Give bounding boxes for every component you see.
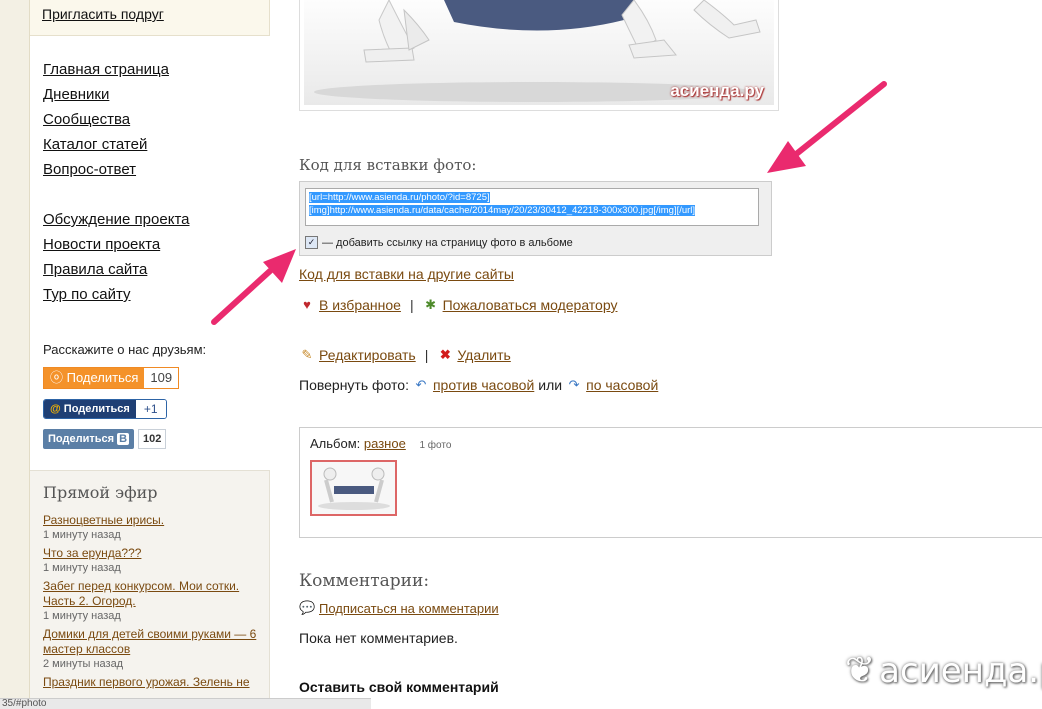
live-item-link[interactable]: Домики для детей своими руками — 6 масте… bbox=[43, 627, 263, 657]
nav-rules[interactable]: Правила сайта bbox=[43, 260, 189, 285]
live-item-link[interactable]: Что за ерунда??? bbox=[43, 546, 263, 561]
photo-image[interactable]: асиенда.ру bbox=[304, 0, 774, 105]
nav-articles[interactable]: Каталог статей bbox=[43, 135, 189, 160]
separator: | bbox=[424, 347, 429, 363]
embed-code-textarea[interactable]: [url=http://www.asienda.ru/photo/?id=872… bbox=[305, 188, 759, 226]
comments-title: Комментарии: bbox=[299, 571, 430, 591]
live-item-link[interactable]: Праздник первого урожая. Зелень не bbox=[43, 675, 263, 690]
live-item-time: 2 минуты назад bbox=[43, 658, 124, 670]
list-item: Домики для детей своими руками — 6 масте… bbox=[43, 627, 263, 671]
album-box: Альбом: разное 1 фото bbox=[299, 427, 1042, 538]
delete-link[interactable]: Удалить bbox=[457, 347, 510, 363]
album-label: Альбом: bbox=[310, 436, 361, 451]
heart-icon: ♥ bbox=[303, 297, 311, 312]
share-ok-label: ⓞ Поделиться bbox=[44, 368, 145, 388]
rotate-row: Повернуть фото: ↶ против часовой или ↷ п… bbox=[299, 377, 658, 393]
nav-discussion[interactable]: Обсуждение проекта bbox=[43, 210, 189, 235]
nav-news[interactable]: Новости проекта bbox=[43, 235, 189, 260]
live-item-time: 1 минуту назад bbox=[43, 529, 121, 541]
share-odnoklassniki-button[interactable]: ⓞ Поделиться 109 bbox=[43, 367, 180, 389]
bug-icon: ✱ bbox=[425, 297, 437, 312]
delete-x-icon: ✖ bbox=[439, 347, 451, 362]
album-name-link[interactable]: разное bbox=[364, 436, 406, 451]
thumbnail-illustration bbox=[318, 467, 390, 510]
sidebar-nav: Главная страница Дневники Сообщества Кат… bbox=[43, 60, 189, 310]
share-mail-count: +1 bbox=[135, 400, 166, 418]
live-feed-list: Разноцветные ирисы. 1 минуту назад Что з… bbox=[43, 513, 263, 690]
site-watermark: ❦ асиенда.ру bbox=[845, 650, 1042, 691]
album-thumbnail[interactable] bbox=[310, 460, 397, 516]
share-mail-button[interactable]: @ Поделиться +1 bbox=[43, 399, 167, 419]
share-mail-label: @ Поделиться bbox=[44, 400, 136, 418]
share-ok-count: 109 bbox=[144, 368, 179, 388]
list-item: Праздник первого урожая. Зелень не bbox=[43, 675, 263, 690]
live-item-link[interactable]: Разноцветные ирисы. bbox=[43, 513, 263, 528]
rotate-or-text: или bbox=[538, 377, 563, 393]
invite-friends-link[interactable]: Пригласить подруг bbox=[42, 6, 164, 22]
share-vk-button[interactable]: Поделиться В 102 bbox=[43, 429, 167, 449]
no-comments-text: Пока нет комментариев. bbox=[299, 630, 458, 646]
add-link-checkbox[interactable]: ✓ bbox=[305, 236, 318, 249]
rotate-cw-link[interactable]: по часовой bbox=[586, 377, 658, 393]
leaf-logo-icon: ❦ bbox=[845, 650, 876, 691]
rotate-label: Повернуть фото: bbox=[299, 377, 409, 393]
photo-actions-row: ♥ В избранное | ✱ Пожаловаться модератор… bbox=[299, 297, 617, 313]
left-background-strip bbox=[0, 0, 30, 708]
subscribe-comments-link[interactable]: Подписаться на комментарии bbox=[319, 601, 499, 616]
add-favorite-link[interactable]: В избранное bbox=[319, 297, 401, 313]
embed-link-option[interactable]: ✓ — добавить ссылку на страницу фото в а… bbox=[305, 236, 573, 249]
mail-at-icon: @ bbox=[50, 403, 64, 415]
live-feed: Прямой эфир Разноцветные ирисы. 1 минуту… bbox=[30, 470, 270, 709]
odnoklassniki-icon: ⓞ bbox=[50, 370, 67, 385]
subscribe-row: 💬 Подписаться на комментарии bbox=[299, 600, 499, 616]
nav-qa[interactable]: Вопрос-ответ bbox=[43, 160, 189, 185]
rotate-ccw-link[interactable]: против часовой bbox=[433, 377, 534, 393]
rotate-ccw-icon: ↶ bbox=[415, 377, 427, 392]
nav-tour[interactable]: Тур по сайту bbox=[43, 285, 189, 310]
photo-frame: асиенда.ру bbox=[299, 0, 779, 111]
share-label: Расскажите о нас друзьям: bbox=[43, 342, 207, 357]
album-header: Альбом: разное 1 фото bbox=[310, 436, 451, 451]
live-item-time: 1 минуту назад bbox=[43, 610, 121, 622]
share-vk-count: 102 bbox=[138, 429, 167, 449]
live-item-time: 1 минуту назад bbox=[43, 562, 121, 574]
separator: | bbox=[409, 297, 414, 313]
embed-code-title: Код для вставки фото: bbox=[299, 156, 477, 174]
list-item: Разноцветные ирисы. 1 минуту назад bbox=[43, 513, 263, 542]
live-feed-title: Прямой эфир bbox=[43, 483, 158, 502]
list-item: Забег перед конкурсом. Мои сотки. Часть … bbox=[43, 579, 263, 623]
add-link-checkbox-label: — добавить ссылку на страницу фото в аль… bbox=[322, 236, 573, 249]
rotate-cw-icon: ↷ bbox=[568, 377, 580, 392]
list-item: Что за ерунда??? 1 минуту назад bbox=[43, 546, 263, 575]
album-photo-count: 1 фото bbox=[419, 440, 452, 451]
edit-actions-row: ✎ Редактировать | ✖ Удалить bbox=[299, 347, 511, 363]
nav-gap bbox=[43, 185, 189, 210]
complain-link[interactable]: Пожаловаться модератору bbox=[443, 297, 618, 313]
share-vk-label: Поделиться В bbox=[43, 429, 135, 449]
embed-other-sites-link[interactable]: Код для вставки на другие сайты bbox=[299, 266, 514, 282]
nav-communities[interactable]: Сообщества bbox=[43, 110, 189, 135]
invite-box: Пригласить подруг bbox=[30, 0, 270, 36]
nav-diaries[interactable]: Дневники bbox=[43, 85, 189, 110]
sidebar: Пригласить подруг Главная страница Дневн… bbox=[30, 0, 270, 709]
edit-link[interactable]: Редактировать bbox=[319, 347, 416, 363]
photo-watermark: асиенда.ру bbox=[670, 81, 764, 100]
leave-comment-heading: Оставить свой комментарий bbox=[299, 679, 499, 695]
speech-bubble-icon: 💬 bbox=[299, 600, 316, 615]
embed-code-box: [url=http://www.asienda.ru/photo/?id=872… bbox=[299, 181, 772, 256]
vk-icon: В bbox=[117, 433, 130, 445]
live-item-link[interactable]: Забег перед конкурсом. Мои сотки. Часть … bbox=[43, 579, 263, 609]
main-content: асиенда.ру Код для вставки фото: [url=ht… bbox=[299, 0, 1042, 708]
pencil-icon: ✎ bbox=[301, 347, 313, 362]
nav-home[interactable]: Главная страница bbox=[43, 60, 189, 85]
